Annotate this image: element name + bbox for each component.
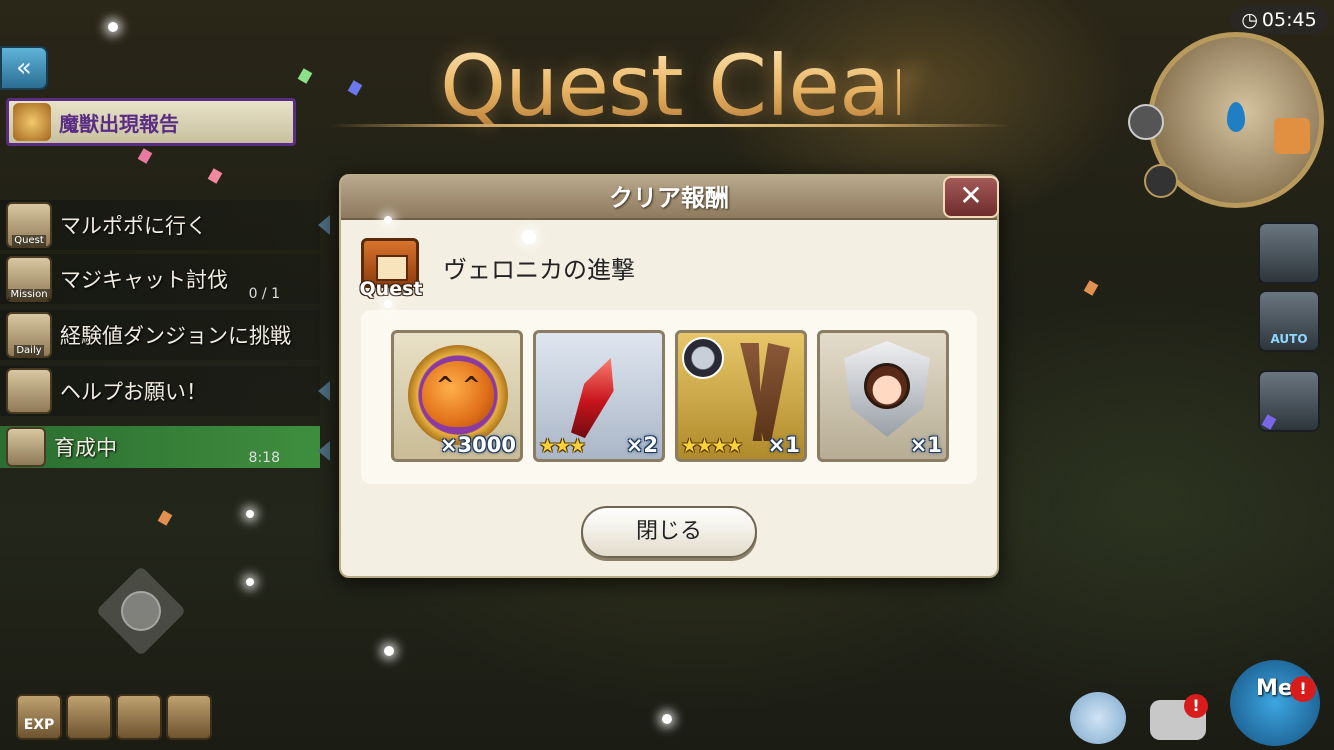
reward-item-pumpkin-coin[interactable]: ×3000 [391,330,523,462]
sparkle [246,578,254,586]
pumpkin-icon [422,361,494,427]
reward-item-boots[interactable]: ★★★★ ×1 [675,330,807,462]
title-underline [330,124,1010,127]
me-menu-button[interactable]: Me [1230,660,1320,746]
arrow-icon [318,215,330,235]
red-crystal-icon [565,352,624,441]
arrow-icon [318,381,330,401]
sparkle [662,714,672,724]
quest-item-help[interactable]: ヘルプお願い！ [0,366,330,416]
reward-quantity: ×1 [909,433,942,457]
camera-button[interactable] [1258,222,1320,284]
clock-display: ◷ 05:45 [1230,6,1328,34]
character-emblem-icon [864,363,910,409]
quest-item-quest[interactable]: Quest マルポポに行く [0,200,330,250]
quest-progress: 0 / 1 [248,286,280,302]
pig-marker-icon [1144,164,1178,198]
emote-button[interactable] [1070,692,1126,744]
monster-report-notice[interactable]: 魔獣出現報告 [6,98,296,146]
sparkle [384,216,392,224]
training-timer: 8:18 [248,450,280,466]
reward-item-character-emblem[interactable]: ×1 [817,330,949,462]
daily-icon: Daily [6,312,52,358]
quest-item-label: 経験値ダンジョンに挑戦 [60,324,291,348]
sparkle [108,22,118,32]
sparkle [384,300,392,308]
handshake-icon [6,368,52,414]
me-label: Me [1256,676,1293,701]
quest-badge-icon: Quest [357,234,425,300]
virtual-joystick[interactable] [95,565,187,657]
training-house-icon [6,427,46,467]
sparkle [384,646,394,656]
quest-shop-icon: Quest [6,202,52,248]
rewards-panel: ×3000 ★★★ ×2 ★★★★ ×1 ×1 [361,310,977,484]
me-alert-icon: ! [1290,676,1316,702]
coin-button[interactable] [66,694,112,740]
close-button[interactable]: 閉じる [581,506,757,558]
quest-item-daily[interactable]: Daily 経験値ダンジョンに挑戦 [0,310,320,360]
chat-alert-icon: ! [1184,694,1208,718]
quest-item-label: マルポポに行く [60,214,207,238]
notice-label: 魔獣出現報告 [59,111,179,136]
reward-rarity-stars: ★★★ [539,435,586,457]
sparkle [522,230,536,244]
auto-button[interactable]: AUTO [1258,290,1320,352]
cat-marker-icon [1128,104,1164,140]
arrow-icon [318,441,330,461]
back-button[interactable]: « [0,46,48,90]
confetti [1083,280,1099,296]
reward-rarity-stars: ★★★★ [681,435,743,457]
confetti [297,68,313,84]
quest-clear-title: Quest Clear [440,37,924,135]
reward-quantity: ×1 [767,433,800,457]
fox-mask-icon [13,103,51,141]
mission-icon: Mission [6,256,52,302]
reward-item-red-crystal[interactable]: ★★★ ×2 [533,330,665,462]
reward-quantity: ×3000 [439,433,516,457]
boots-upgrade-button[interactable] [116,694,162,740]
quest-item-mission[interactable]: Mission マジキャット討伐 0 / 1 [0,254,320,304]
sparkle [246,510,254,518]
quest-item-training[interactable]: 育成中 8:18 [0,426,330,468]
boots-equipment-icon [740,343,790,441]
clock-icon: ◷ [1241,9,1258,31]
confetti [347,80,363,96]
quest-item-label: マジキャット討伐 [60,268,228,292]
dialog-close-x-button[interactable]: ✕ [943,176,999,218]
clear-reward-dialog: クリア報酬 ✕ Quest ヴェロニカの進撃 ×3000 ★★★ ×2 ★★★★… [339,174,999,578]
character-portrait-icon [682,337,724,379]
dialog-title: クリア報酬 [341,176,997,220]
pumpkin-marker-icon [1274,118,1310,154]
confetti [157,510,173,526]
clock-time: 05:45 [1261,9,1317,31]
reward-quantity: ×2 [625,433,658,457]
crown-button[interactable] [166,694,212,740]
quest-item-label: ヘルプお願い！ [60,380,207,404]
player-location-icon [1227,102,1245,132]
quest-item-label: 育成中 [54,436,117,460]
confetti [137,148,153,164]
quest-badge-label: Quest [359,278,423,300]
confetti [207,168,223,184]
exp-button[interactable]: EXP [16,694,62,740]
quest-name: ヴェロニカの進撃 [443,256,635,284]
